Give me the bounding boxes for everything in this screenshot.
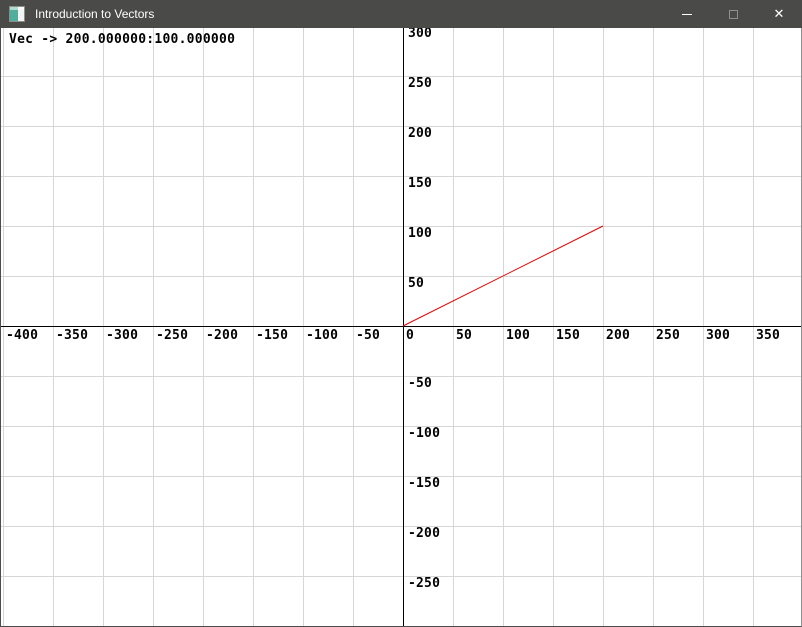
x-tick-label: -200	[206, 328, 238, 343]
window-title: Introduction to Vectors	[35, 0, 154, 28]
y-tick-label: -200	[408, 526, 440, 541]
y-tick-label: -250	[408, 576, 440, 591]
y-tick-label: 100	[408, 226, 432, 241]
close-button[interactable]: ✕	[756, 0, 802, 28]
maximize-icon	[729, 10, 738, 19]
y-tick-label: -50	[408, 376, 432, 391]
plot-canvas[interactable]: -400 -350 -300 -250 -200 -150 -100 -50 0 50 100 150…	[1, 28, 801, 626]
x-tick-label: -150	[256, 328, 288, 343]
x-tick-label: 0	[406, 328, 414, 343]
plot-svg: -400 -350 -300 -250 -200 -150 -100 -50 0 50 100 150…	[1, 28, 801, 626]
x-tick-label: 100	[506, 328, 530, 343]
minimize-icon	[682, 14, 692, 15]
x-tick-label: -250	[156, 328, 188, 343]
close-icon: ✕	[774, 8, 785, 21]
y-tick-label: 50	[408, 276, 424, 291]
x-tick-label: -400	[6, 328, 38, 343]
x-tick-label: 200	[606, 328, 630, 343]
x-tick-label: -350	[56, 328, 88, 343]
x-tick-label: -50	[356, 328, 380, 343]
x-tick-label: 250	[656, 328, 680, 343]
app-window: Introduction to Vectors ✕ -400 -350 -300 -2…	[0, 0, 802, 627]
window-controls: ✕	[664, 0, 802, 28]
minimize-button[interactable]	[664, 0, 710, 28]
y-tick-label: 300	[408, 28, 432, 41]
y-tick-label: 200	[408, 126, 432, 141]
application-window-icon[interactable]	[9, 6, 25, 22]
x-tick-label: -100	[306, 328, 338, 343]
x-tick-label: -300	[106, 328, 138, 343]
maximize-button	[710, 0, 756, 28]
y-tick-label: 250	[408, 76, 432, 91]
y-tick-label: 150	[408, 176, 432, 191]
x-tick-label: 350	[756, 328, 780, 343]
y-tick-label: -100	[408, 426, 440, 441]
y-tick-label: -150	[408, 476, 440, 491]
x-tick-label: 300	[706, 328, 730, 343]
x-tick-label: 50	[456, 328, 472, 343]
vector-readout: Vec -> 200.000000:100.000000	[9, 32, 235, 47]
x-tick-label: 150	[556, 328, 580, 343]
titlebar[interactable]: Introduction to Vectors ✕	[0, 0, 802, 28]
